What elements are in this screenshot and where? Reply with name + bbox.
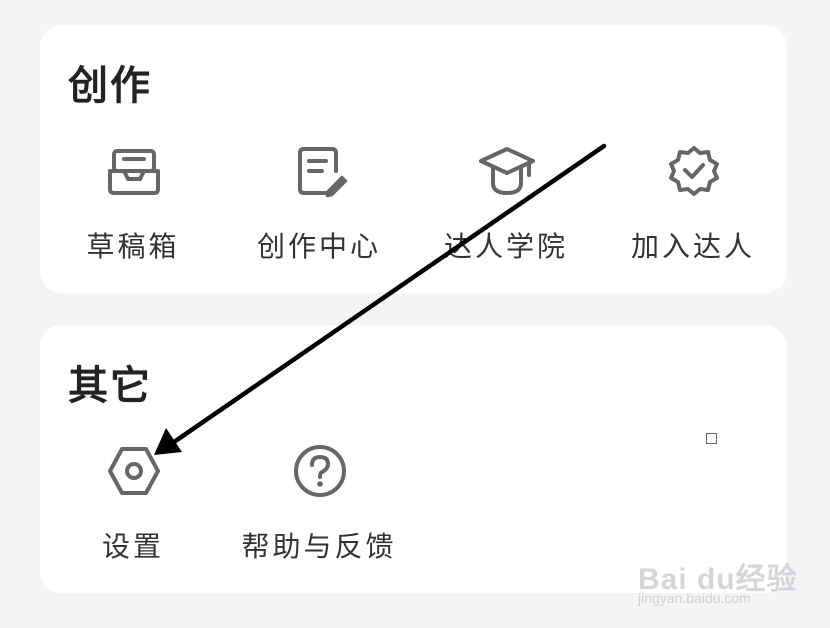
help-feedback-label: 帮助与反馈 [241, 530, 397, 563]
settings-label: 设置 [101, 530, 164, 563]
document-edit-icon [298, 147, 348, 198]
help-feedback-item[interactable]: 帮助与反馈 [226, 443, 412, 583]
settings-item[interactable]: 设置 [40, 443, 226, 583]
join-expert-item[interactable]: 加入达人 [600, 143, 786, 283]
creator-center-item[interactable]: 创作中心 [226, 143, 412, 283]
other-section-title: 其它 [68, 363, 152, 409]
baidu-watermark: Bai du经验 jingyan.baidu.com [638, 538, 798, 618]
create-section-card: 创作 草稿箱 创作中心 达人学院 加入达人 [40, 25, 787, 293]
inbox-tray-icon [108, 149, 160, 195]
settings-hexagon-icon [108, 447, 160, 495]
create-items-grid: 草稿箱 创作中心 达人学院 加入达人 [40, 143, 787, 283]
join-expert-label: 加入达人 [630, 230, 755, 263]
expert-academy-label: 达人学院 [443, 230, 568, 263]
drafts-item[interactable]: 草稿箱 [40, 143, 226, 283]
drafts-label: 草稿箱 [86, 230, 180, 263]
help-question-icon [294, 445, 346, 497]
graduation-cap-icon [479, 147, 535, 195]
create-section-title: 创作 [68, 63, 152, 109]
page: 创作 草稿箱 创作中心 达人学院 加入达人 其它 设置 帮助与反馈 Bai du… [0, 0, 830, 628]
creator-center-label: 创作中心 [256, 230, 381, 263]
expert-academy-item[interactable]: 达人学院 [413, 143, 599, 283]
verified-badge-icon [669, 146, 719, 196]
watermark-url: jingyan.baidu.com [638, 590, 751, 606]
